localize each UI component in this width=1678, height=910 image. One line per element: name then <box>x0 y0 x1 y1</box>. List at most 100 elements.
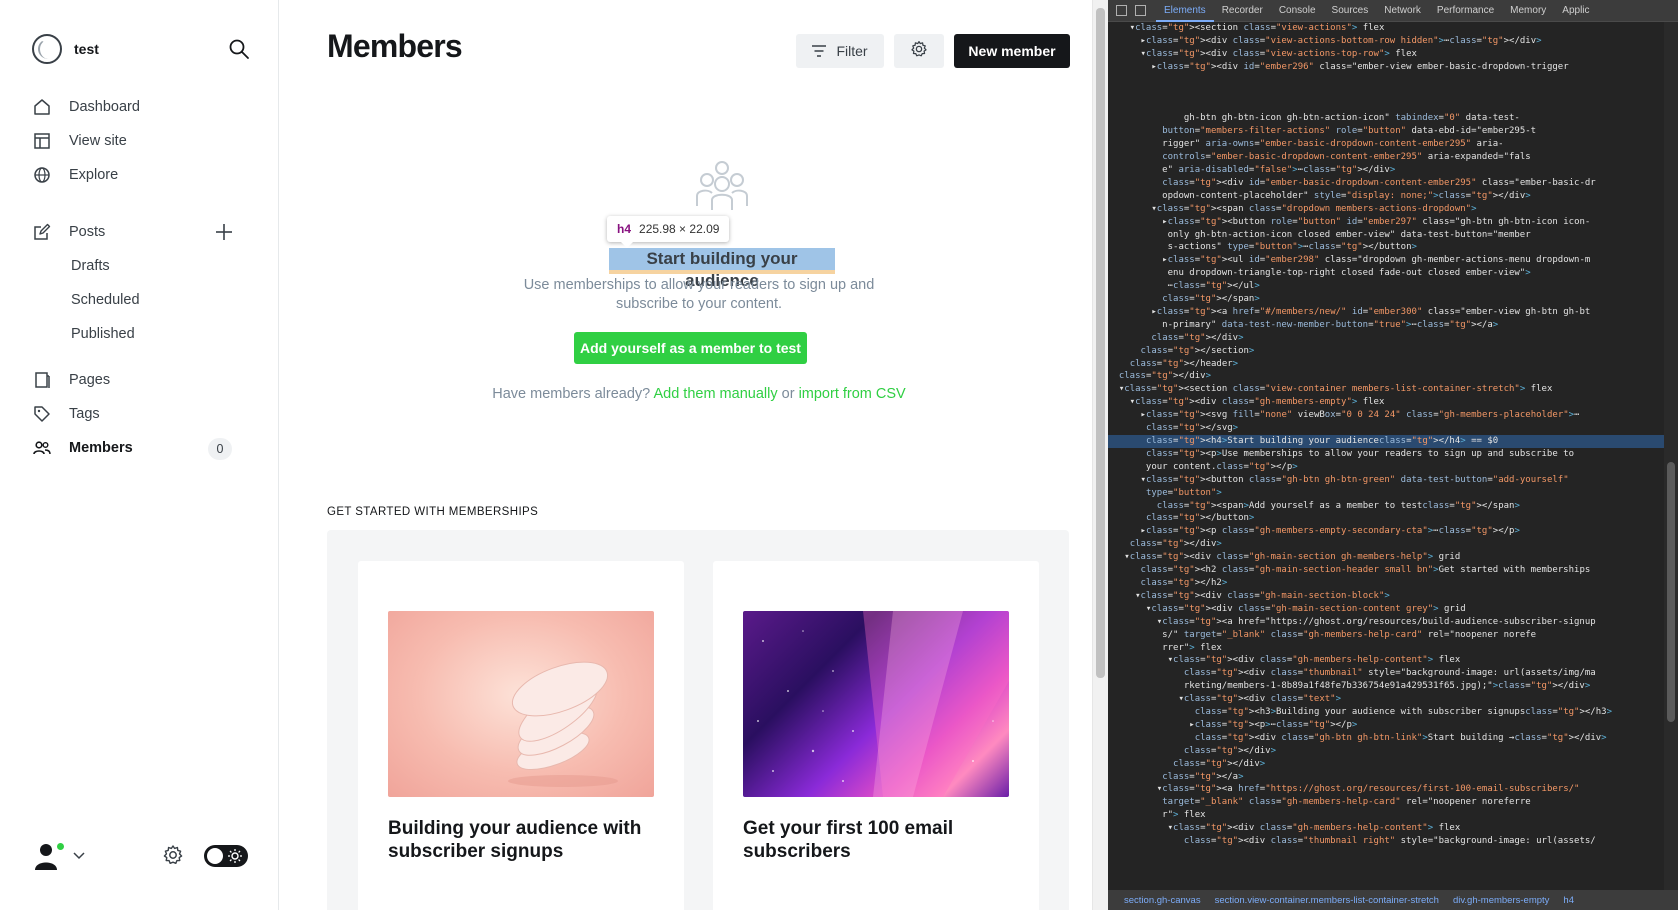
dom-tree-line[interactable]: ▸class="tg"><div id="ember296" class="em… <box>1108 61 1664 74</box>
nav-explore[interactable]: Explore <box>32 158 252 192</box>
theme-toggle[interactable] <box>204 845 248 867</box>
nav-pages[interactable]: Pages <box>32 363 252 397</box>
dom-tree-line[interactable]: ▾class="tg"><a href="https://ghost.org/r… <box>1108 616 1664 629</box>
dom-tree-line[interactable] <box>1108 87 1664 100</box>
dom-tree-line[interactable]: class="tg"></span> <box>1108 293 1664 306</box>
devtools-scrollbar[interactable] <box>1664 22 1678 890</box>
dom-tree-line[interactable]: class="tg"></a> <box>1108 771 1664 784</box>
dom-tree-line[interactable]: ▸class="tg"><p class="gh-members-empty-s… <box>1108 525 1664 538</box>
dom-tree-line[interactable]: gh-btn gh-btn-icon gh-btn-action-icon" t… <box>1108 112 1664 125</box>
devtools-scrollbar-thumb[interactable] <box>1667 462 1675 722</box>
dom-tree-line[interactable]: ▾class="tg"><span class="dropdown member… <box>1108 203 1664 216</box>
dom-tree-line[interactable]: rketing/members-1-8b89a1f48fe7b336754e91… <box>1108 680 1664 693</box>
devtools-tab[interactable]: Recorder <box>1214 0 1271 22</box>
dom-tree-line[interactable]: class="tg"></svg> <box>1108 422 1664 435</box>
dom-tree-line[interactable]: ▾class="tg"><div class="gh-members-help-… <box>1108 822 1664 835</box>
dom-tree-line[interactable]: class="tg"><h4>Start building your audie… <box>1108 435 1664 448</box>
devtools-tab[interactable]: Sources <box>1324 0 1377 22</box>
user-avatar-icon[interactable] <box>32 840 65 872</box>
dom-tree-line[interactable]: ▾class="tg"><div class="gh-main-section-… <box>1108 603 1664 616</box>
dom-tree-line[interactable]: class="tg"></div> <box>1108 745 1664 758</box>
nav-drafts[interactable]: Drafts <box>32 249 252 283</box>
page-scrollbar[interactable] <box>1092 0 1108 910</box>
dom-tree-line[interactable]: class="tg"><div class="gh-btn gh-btn-lin… <box>1108 732 1664 745</box>
dom-tree-line[interactable]: ▾class="tg"><button class="gh-btn gh-btn… <box>1108 474 1664 487</box>
dom-tree-line[interactable]: class="tg"></button> <box>1108 512 1664 525</box>
dom-tree-line[interactable]: ▾class="tg"><div class="text"> <box>1108 693 1664 706</box>
breadcrumb-item[interactable]: section.gh-canvas <box>1124 895 1201 906</box>
dom-tree-line[interactable]: e" aria-disabled="false">⋯class="tg"></d… <box>1108 164 1664 177</box>
dom-tree-line[interactable]: ▾class="tg"><div class="gh-main-section … <box>1108 551 1664 564</box>
dom-tree-line[interactable]: ▸class="tg"><div class="view-actions-bot… <box>1108 35 1664 48</box>
dom-tree-line[interactable]: controls="ember-basic-dropdown-content-e… <box>1108 151 1664 164</box>
dom-tree-line[interactable]: class="tg"><h3>Building your audience wi… <box>1108 706 1664 719</box>
dom-tree-line[interactable]: your content.class="tg"></p> <box>1108 461 1664 474</box>
devtools-tab[interactable]: Applic <box>1554 0 1597 22</box>
elements-tree[interactable]: ▾class="tg"><section class="view-actions… <box>1108 22 1664 890</box>
dom-tree-line[interactable]: class="tg"><span>Add yourself as a membe… <box>1108 500 1664 513</box>
scrollbar-thumb[interactable] <box>1096 8 1105 678</box>
dom-tree-line[interactable]: class="tg"></div> <box>1108 332 1664 345</box>
devtools-tab[interactable]: Network <box>1376 0 1429 22</box>
device-toolbar-icon[interactable] <box>1135 5 1146 16</box>
nav-posts-item[interactable]: Posts <box>32 215 252 249</box>
dom-tree-line[interactable]: ▾class="tg"><div class="gh-members-help-… <box>1108 654 1664 667</box>
dom-tree-line[interactable]: r"> flex <box>1108 809 1664 822</box>
dom-tree-line[interactable]: ▸class="tg"><svg fill="none" viewBox="0 … <box>1108 409 1664 422</box>
filter-button[interactable]: Filter <box>796 34 884 68</box>
devtools-tab[interactable]: Performance <box>1429 0 1502 22</box>
dom-tree-line[interactable]: enu dropdown-triangle-top-right closed f… <box>1108 267 1664 280</box>
breadcrumb-item[interactable]: h4 <box>1563 895 1574 906</box>
breadcrumb-item[interactable]: section.view-container.members-list-cont… <box>1215 895 1439 906</box>
dom-tree-line[interactable]: n-primary" data-test-new-member-button="… <box>1108 319 1664 332</box>
dom-tree-line[interactable]: ⋯class="tg"></ul> <box>1108 280 1664 293</box>
dom-tree-line[interactable]: class="tg"><h2 class="gh-main-section-he… <box>1108 564 1664 577</box>
members-actions-button[interactable] <box>894 34 944 68</box>
nav-scheduled[interactable]: Scheduled <box>32 283 252 317</box>
new-member-button[interactable]: New member <box>954 34 1070 68</box>
search-icon[interactable] <box>228 38 250 60</box>
dom-tree-line[interactable]: only gh-btn-action-icon closed ember-vie… <box>1108 229 1664 242</box>
nav-dashboard[interactable]: Dashboard <box>32 90 252 124</box>
dom-tree-line[interactable]: type="button"> <box>1108 487 1664 500</box>
dom-tree-line[interactable]: class="tg"></section> <box>1108 345 1664 358</box>
dom-tree-line[interactable]: class="tg"></div> <box>1108 758 1664 771</box>
dom-tree-line[interactable] <box>1108 74 1664 87</box>
dom-tree-line[interactable]: opdown-content-placeholder" style="displ… <box>1108 190 1664 203</box>
dom-tree-line[interactable]: ▸class="tg"><p>⋯class="tg"></p> <box>1108 719 1664 732</box>
dom-tree-line[interactable]: class="tg"><div class="thumbnail right" … <box>1108 835 1664 848</box>
dom-tree-line[interactable]: ▾class="tg"><a href="https://ghost.org/r… <box>1108 783 1664 796</box>
dom-tree-line[interactable]: s/" target="_blank" class="gh-members-he… <box>1108 629 1664 642</box>
dom-tree-line[interactable]: rrer"> flex <box>1108 642 1664 655</box>
nav-view-site[interactable]: View site <box>32 124 252 158</box>
dom-tree-line[interactable]: class="tg"><div id="ember-basic-dropdown… <box>1108 177 1664 190</box>
devtools-tab[interactable]: Console <box>1271 0 1324 22</box>
site-logo-icon[interactable] <box>32 34 62 64</box>
nav-members[interactable]: Members 0 <box>32 431 252 465</box>
dom-tree-line[interactable]: ▸class="tg"><a href="#/members/new/" id=… <box>1108 306 1664 319</box>
dom-tree-line[interactable] <box>1108 99 1664 112</box>
dom-tree-line[interactable]: class="tg"></header> <box>1108 358 1664 371</box>
dom-tree-line[interactable]: ▾class="tg"><div class="view-actions-top… <box>1108 48 1664 61</box>
dom-tree-line[interactable]: class="tg"></div> <box>1108 370 1664 383</box>
dom-tree-line[interactable]: class="tg"></div> <box>1108 538 1664 551</box>
nav-tags[interactable]: Tags <box>32 397 252 431</box>
inspect-element-icon[interactable] <box>1116 5 1127 16</box>
dom-tree-line[interactable]: rigger" aria-owns="ember-basic-dropdown-… <box>1108 138 1664 151</box>
help-card-first-100-subscribers[interactable]: Get your first 100 email subscribers <box>713 561 1039 910</box>
dom-tree-line[interactable]: ▾class="tg"><section class="view-actions… <box>1108 22 1664 35</box>
dom-tree-line[interactable]: class="tg"><div class="thumbnail" style=… <box>1108 667 1664 680</box>
dom-tree-line[interactable]: ▾class="tg"><div class="gh-members-empty… <box>1108 396 1664 409</box>
nav-published[interactable]: Published <box>32 317 252 351</box>
new-post-plus-icon[interactable] <box>214 222 234 242</box>
dom-tree-line[interactable]: target="_blank" class="gh-members-help-c… <box>1108 796 1664 809</box>
dom-tree-line[interactable]: ▾class="tg"><section class="view-contain… <box>1108 383 1664 396</box>
add-yourself-button[interactable]: Add yourself as a member to test <box>574 332 807 364</box>
chevron-down-icon[interactable] <box>72 848 86 862</box>
import-csv-link[interactable]: import from CSV <box>799 386 906 402</box>
devtools-tab[interactable]: Elements <box>1156 0 1214 22</box>
add-manually-link[interactable]: Add them manually <box>653 386 777 402</box>
dom-tree-line[interactable]: s-actions" type="button">⋯class="tg"></b… <box>1108 241 1664 254</box>
gear-icon[interactable] <box>162 844 184 866</box>
dom-tree-line[interactable]: button="members-filter-actions" role="bu… <box>1108 125 1664 138</box>
